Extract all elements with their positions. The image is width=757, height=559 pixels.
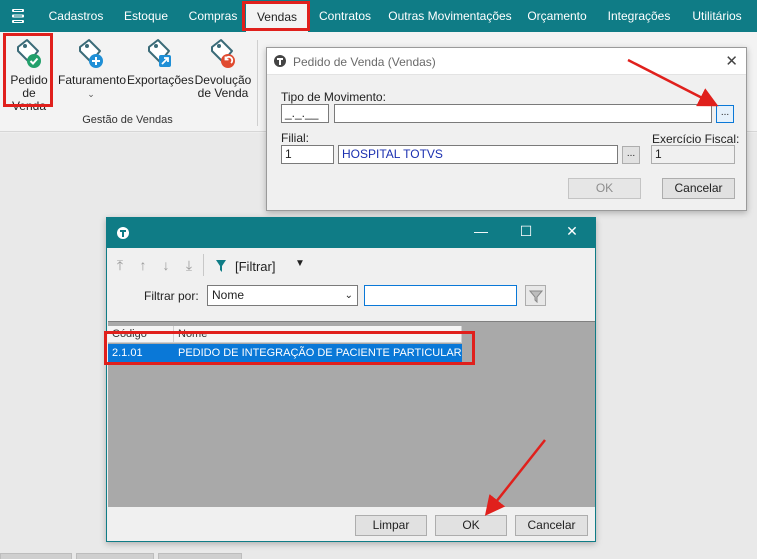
chevron-down-icon: ⌄ bbox=[87, 89, 95, 99]
exercicio-fiscal-label: Exercício Fiscal: bbox=[652, 132, 740, 146]
tipo-movimento-label: Tipo de Movimento: bbox=[281, 90, 386, 104]
tipo-movimento-code-field[interactable]: _._.__ bbox=[281, 104, 329, 123]
lookup-titlebar: — ☐ ✕ bbox=[107, 218, 595, 248]
tab-estoque[interactable]: Estoque bbox=[116, 0, 176, 32]
annotation-highlight-vendas bbox=[242, 1, 310, 31]
devolucao-label-2: de Venda bbox=[197, 86, 249, 100]
totvs-logo-icon bbox=[274, 55, 286, 67]
filter-text-input[interactable] bbox=[364, 285, 517, 306]
faturamento-button[interactable]: Faturamento ⌄ bbox=[58, 38, 127, 101]
bottom-tab[interactable] bbox=[76, 553, 154, 559]
minimize-icon[interactable]: — bbox=[471, 223, 491, 239]
toolbar-separator bbox=[203, 254, 204, 276]
tipo-movimento-desc-field[interactable] bbox=[334, 104, 712, 123]
exportacoes-label: Exportações bbox=[127, 73, 194, 87]
filter-by-label: Filtrar por: bbox=[144, 289, 199, 303]
pedido-de-venda-dialog: Pedido de Venda (Vendas) ✕ Tipo de Movim… bbox=[266, 47, 747, 211]
annotation-highlight-row bbox=[104, 331, 475, 365]
tag-return-icon bbox=[211, 39, 235, 68]
filial-lookup-button[interactable]: ... bbox=[622, 146, 640, 164]
move-up-icon[interactable]: ↑ bbox=[136, 257, 150, 273]
app-menu-icon[interactable] bbox=[11, 8, 25, 24]
tab-orcamento[interactable]: Orçamento bbox=[522, 0, 592, 32]
ok-button[interactable]: OK bbox=[568, 178, 641, 199]
tag-export-icon bbox=[148, 39, 171, 67]
tab-cadastros[interactable]: Cadastros bbox=[40, 0, 112, 32]
funnel-icon bbox=[216, 260, 226, 272]
limpar-button[interactable]: Limpar bbox=[355, 515, 427, 536]
ok-button[interactable]: OK bbox=[435, 515, 507, 536]
ribbon-group-label: Gestão de Vendas bbox=[82, 114, 173, 126]
move-down-icon[interactable]: ↓ bbox=[159, 257, 173, 273]
devolucao-de-venda-button[interactable]: Devolução de Venda bbox=[194, 38, 252, 100]
filial-name-field[interactable]: HOSPITAL TOTVS bbox=[338, 145, 618, 164]
move-first-icon[interactable]: ⤒ bbox=[113, 257, 127, 273]
main-menubar: Cadastros Estoque Compras Vendas Contrat… bbox=[0, 0, 757, 32]
cancel-button[interactable]: Cancelar bbox=[662, 178, 735, 199]
chevron-down-icon: ⌄ bbox=[344, 290, 353, 301]
tab-utilitarios[interactable]: Utilitários bbox=[684, 0, 750, 32]
faturamento-label: Faturamento bbox=[58, 73, 127, 87]
filter-button-label: [Filtrar] bbox=[235, 259, 276, 274]
tab-contratos[interactable]: Contratos bbox=[312, 0, 378, 32]
tag-plus-icon bbox=[79, 39, 103, 68]
apply-filter-button[interactable] bbox=[525, 285, 546, 306]
ribbon-separator bbox=[257, 40, 258, 126]
filial-code-field[interactable]: 1 bbox=[281, 145, 334, 164]
filial-label: Filial: bbox=[281, 131, 310, 145]
exportacoes-button[interactable]: Exportações bbox=[127, 38, 194, 87]
bottom-tab[interactable] bbox=[158, 553, 242, 559]
close-icon[interactable]: ✕ bbox=[725, 52, 738, 70]
close-icon[interactable]: ✕ bbox=[562, 223, 582, 240]
bottom-tab[interactable] bbox=[0, 553, 72, 559]
cancel-button[interactable]: Cancelar bbox=[515, 515, 588, 536]
tab-outras-movimentacoes[interactable]: Outras Movimentações bbox=[385, 0, 515, 32]
funnel-icon bbox=[529, 290, 543, 303]
tipo-movimento-lookup-button[interactable]: ... bbox=[716, 105, 734, 123]
tab-integracoes[interactable]: Integrações bbox=[601, 0, 677, 32]
maximize-icon[interactable]: ☐ bbox=[516, 223, 536, 240]
lookup-dialog: — ☐ ✕ ⤒ ↑ ↓ ⤓ [Filtrar] ▼ Filtrar por: N… bbox=[106, 217, 596, 542]
annotation-highlight-pedido bbox=[3, 33, 53, 107]
dropdown-arrow-icon: ▼ bbox=[295, 258, 305, 269]
dialog-title: Pedido de Venda (Vendas) bbox=[293, 55, 436, 69]
exercicio-fiscal-field: 1 bbox=[651, 145, 735, 164]
totvs-logo-icon bbox=[117, 227, 129, 239]
filter-by-select[interactable]: Nome ⌄ bbox=[207, 285, 358, 306]
move-last-icon[interactable]: ⤓ bbox=[182, 257, 196, 273]
dialog-titlebar: Pedido de Venda (Vendas) ✕ bbox=[267, 48, 746, 75]
tab-compras[interactable]: Compras bbox=[182, 0, 244, 32]
filter-by-value: Nome bbox=[212, 288, 245, 302]
